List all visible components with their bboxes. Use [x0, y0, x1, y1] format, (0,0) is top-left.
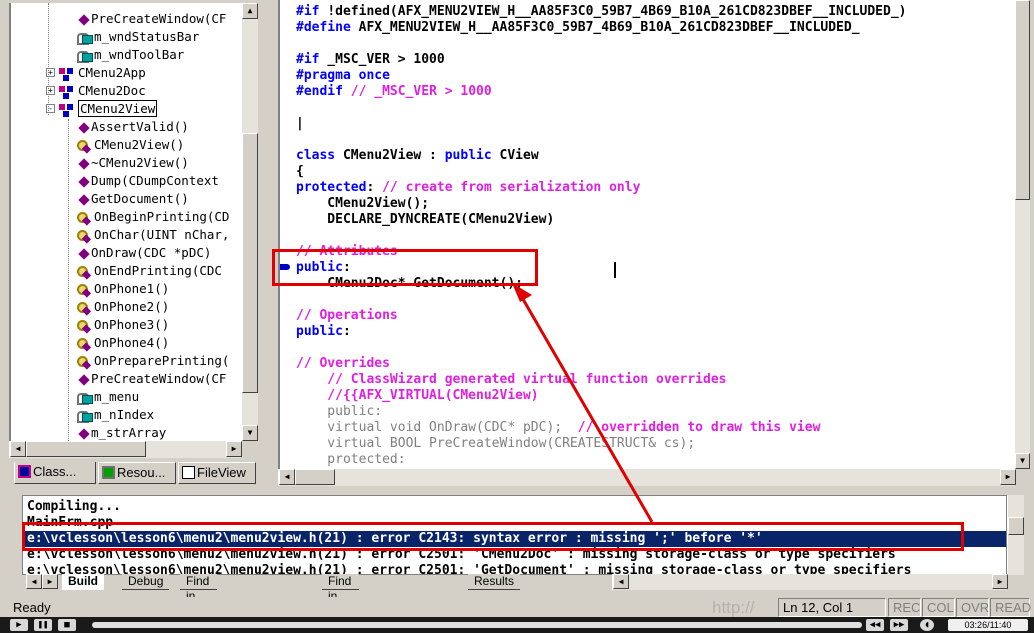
rewind-icon[interactable]: ◀◀	[866, 619, 884, 631]
status-bar: Ready Ln 12, Col 1 REC COL OVR READ	[0, 597, 1034, 617]
indicator-ovr: OVR	[956, 598, 989, 617]
indicator-rec: REC	[888, 598, 921, 617]
volume-icon[interactable]: ◖	[920, 619, 934, 631]
fast-forward-icon[interactable]: ▶▶	[890, 619, 908, 631]
playback-time: 03:26/11:40	[948, 619, 1028, 631]
play-icon[interactable]: ▶	[10, 619, 28, 631]
indicator-col: COL	[922, 598, 955, 617]
progress-track[interactable]	[92, 622, 862, 628]
watermark: http://	[712, 598, 755, 617]
cursor-position: Ln 12, Col 1	[778, 598, 886, 617]
status-text: Ready	[13, 600, 51, 615]
stop-icon[interactable]: ■	[58, 619, 76, 631]
media-player-bar: ▶ ❚❚ ■ ◀◀ ▶▶ ◖ 03:26/11:40	[0, 617, 1034, 633]
indicator-read: READ	[990, 598, 1031, 617]
pause-icon[interactable]: ❚❚	[34, 619, 52, 631]
annotation-arrow	[512, 283, 654, 523]
